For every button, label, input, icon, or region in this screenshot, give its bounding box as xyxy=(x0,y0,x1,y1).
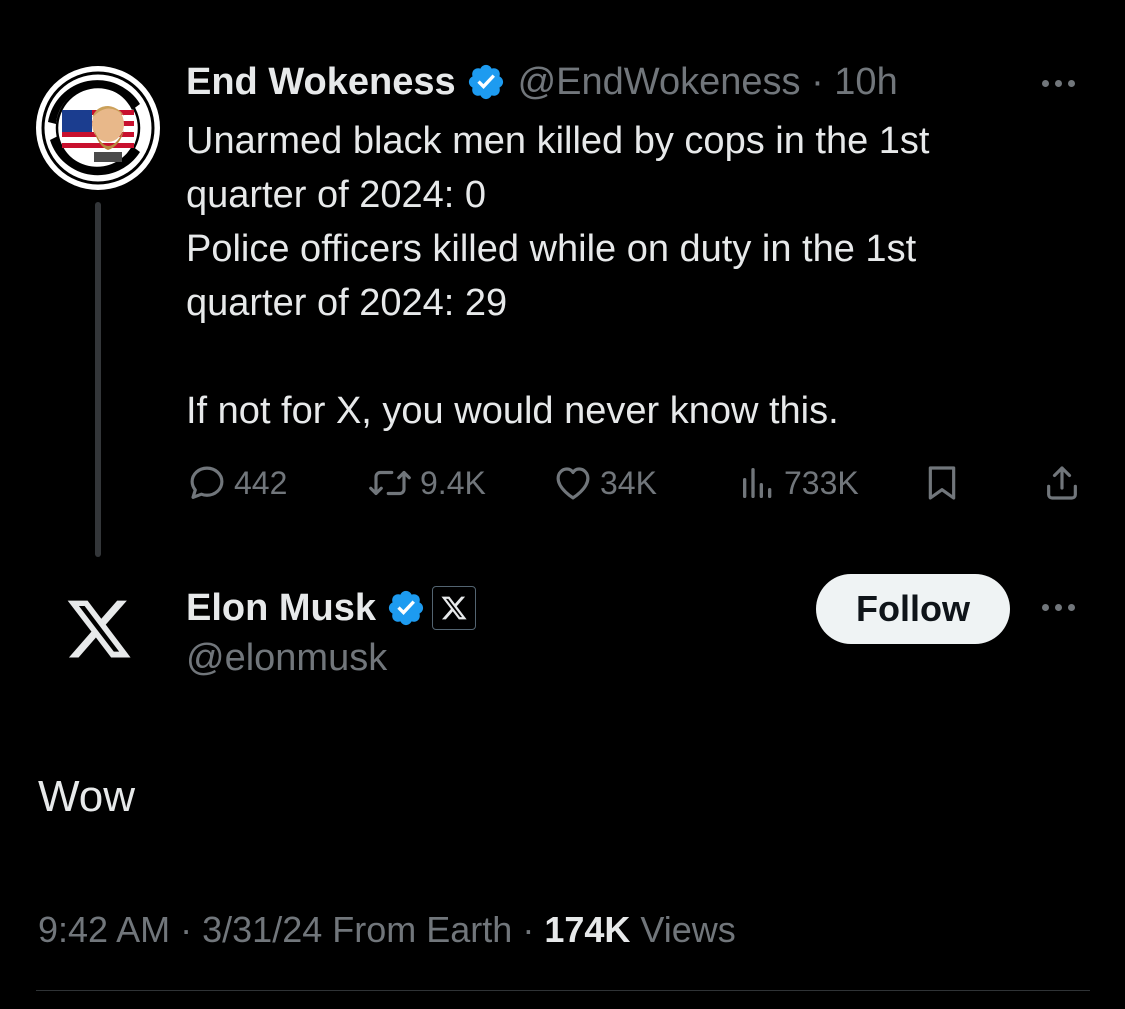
reply-author-name[interactable]: Elon Musk xyxy=(186,587,376,630)
views-icon xyxy=(743,468,772,498)
like-button[interactable]: 34K xyxy=(552,460,657,506)
divider xyxy=(36,990,1090,991)
share-icon xyxy=(1047,466,1077,500)
avatar-badge-image xyxy=(38,68,158,188)
parent-author-row: End Wokeness @EndWokeness · 10h xyxy=(186,58,898,106)
separator-dot: · xyxy=(180,909,193,950)
reply-icon xyxy=(190,466,224,499)
views-label: Views xyxy=(640,909,736,950)
separator-dot: · xyxy=(522,909,535,950)
avatar-endwokeness[interactable] xyxy=(36,66,160,190)
bookmark-button[interactable] xyxy=(922,460,962,506)
reply-author-handle[interactable]: @elonmusk xyxy=(186,634,387,682)
verified-badge-icon xyxy=(388,590,424,626)
views-count: 733K xyxy=(784,464,859,501)
views-number: 174K xyxy=(544,909,631,950)
more-options-icon[interactable] xyxy=(1042,604,1075,611)
like-icon xyxy=(556,467,590,500)
tweet-text: Unarmed black men killed by cops in the … xyxy=(186,120,930,432)
author-name[interactable]: End Wokeness xyxy=(186,61,456,104)
reply-button[interactable]: 442 xyxy=(186,460,287,506)
tweet-actions-bar: 442 9.4K 34K 733K xyxy=(186,460,1086,506)
more-options-icon[interactable] xyxy=(1042,80,1075,87)
tweet-time[interactable]: 10h xyxy=(834,61,897,104)
follow-button[interactable]: Follow xyxy=(816,574,1010,644)
x-logo-avatar[interactable] xyxy=(64,594,134,664)
tweet-timestamp[interactable]: 9:42 AM xyxy=(38,909,170,950)
repost-count: 9.4K xyxy=(420,464,486,501)
author-handle[interactable]: @EndWokeness xyxy=(518,61,801,104)
reply-count: 442 xyxy=(234,464,288,501)
tweet-date[interactable]: 3/31/24 xyxy=(202,909,322,950)
repost-icon xyxy=(369,470,411,496)
tweet-metadata: 9:42 AM · 3/31/24 From Earth · 174K View… xyxy=(38,906,736,954)
verified-badge-icon xyxy=(468,64,503,100)
affiliate-x-badge xyxy=(432,586,477,630)
x-logo-icon xyxy=(67,600,131,658)
share-button[interactable] xyxy=(1042,460,1082,506)
views-button[interactable]: 733K xyxy=(738,460,859,506)
like-count: 34K xyxy=(600,464,657,501)
reply-author-row: Elon Musk xyxy=(186,584,477,632)
tweet-source: From Earth xyxy=(332,909,513,950)
separator-dot: · xyxy=(811,60,824,103)
reply-text: Wow xyxy=(38,772,135,821)
bookmark-icon xyxy=(928,466,956,500)
repost-button[interactable]: 9.4K xyxy=(366,460,486,506)
x-affiliate-icon xyxy=(441,596,467,620)
thread-connector xyxy=(95,202,101,557)
